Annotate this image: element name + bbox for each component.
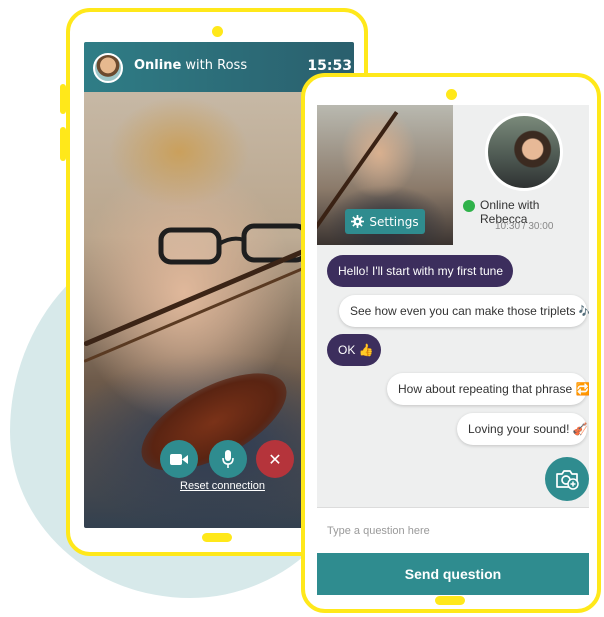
gear-icon [351, 215, 365, 228]
call-time: 15:53 [307, 58, 352, 74]
video-toggle-button[interactable] [160, 440, 198, 478]
status-label: Online [134, 58, 182, 73]
side-button [60, 127, 66, 161]
session-timer: 10:30 / 30:00 [495, 221, 554, 232]
call-title: Online with Ross [134, 58, 247, 73]
send-question-button[interactable]: Send question [317, 553, 589, 595]
message-text: Hello! I'll start with my first tune [338, 264, 503, 278]
camera-dot [446, 89, 457, 100]
message-bubble: Hello! I'll start with my first tune [327, 255, 513, 287]
avatar [93, 53, 123, 83]
question-input-box [317, 507, 589, 553]
question-input[interactable] [317, 508, 589, 553]
online-indicator [463, 200, 475, 212]
reset-connection-link[interactable]: Reset connection [180, 480, 265, 492]
microphone-icon [222, 450, 234, 468]
video-camera-icon [170, 453, 188, 465]
camera-add-icon [556, 470, 579, 490]
message-bubble: How about repeating that phrase 🔁 [387, 373, 589, 405]
local-video: Settings [317, 105, 453, 245]
home-indicator [435, 596, 465, 605]
contact-name: with Ross [181, 58, 248, 73]
camera-dot [212, 26, 223, 37]
message-text: OK 👍 [338, 343, 374, 357]
remote-avatar [485, 113, 563, 191]
end-call-button[interactable]: ✕ [256, 440, 294, 478]
settings-label: Settings [369, 214, 419, 229]
message-text: How about repeating that phrase 🔁 [398, 382, 589, 396]
message-bubble: Loving your sound! 🎻 [457, 413, 588, 445]
close-icon: ✕ [268, 449, 282, 469]
message-text: Loving your sound! 🎻 [468, 422, 588, 436]
message-bubble: OK 👍 [327, 334, 381, 366]
message-bubble: See how even you can make those triplets… [339, 295, 589, 327]
attach-photo-button[interactable] [545, 457, 589, 501]
chat-screen: Settings Online with Rebecca 10:30 / 30:… [317, 105, 589, 595]
settings-button[interactable]: Settings [345, 209, 425, 234]
mic-toggle-button[interactable] [209, 440, 247, 478]
side-button [60, 84, 66, 114]
tablet-right: Settings Online with Rebecca 10:30 / 30:… [301, 73, 601, 613]
home-indicator [202, 533, 232, 542]
message-text: See how even you can make those triplets… [350, 304, 589, 318]
